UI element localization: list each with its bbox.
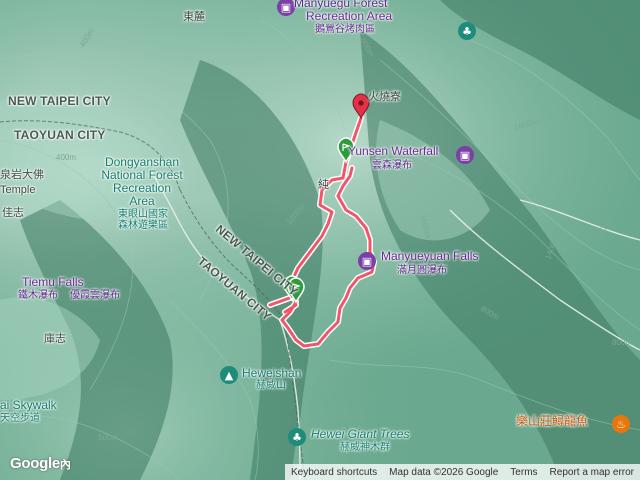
google-wordmark: Google: [10, 455, 60, 472]
restaurant-name-zh: 樂山莊鱘龍魚: [516, 414, 589, 428]
terms-link[interactable]: Terms: [504, 467, 543, 478]
dongyanshan-zh1: 東眼山國家: [118, 209, 168, 220]
place-label-xinjie: 純: [318, 179, 329, 191]
dongyanshan-zh2: 森林遊樂區: [118, 220, 168, 231]
region-label-new-taipei: NEW TAIPEI CITY: [8, 94, 111, 108]
region-label-taoyuan: TAOYUAN CITY: [14, 128, 106, 142]
top-recreation-name: Recreation Area: [306, 9, 393, 23]
tiemu-falls-name-zh: 鐵木瀑布: [18, 290, 58, 301]
dongyanshan-line4: Area: [129, 194, 155, 208]
yunsen-waterfall-name-zh: 雲森瀑布: [372, 160, 412, 171]
top-recreation-name-zh: 鵝鶯谷烤肉區: [315, 24, 375, 35]
youxia-falls-name-zh: 優霞雲瀑布: [70, 290, 120, 301]
contour-label: 400m: [56, 153, 76, 162]
skywalk-name-zh: 天空步道: [0, 413, 40, 424]
tree-icon[interactable]: ♣: [288, 428, 306, 446]
restaurant-icon[interactable]: ♨: [612, 415, 630, 433]
report-map-error-link[interactable]: Report a map error: [544, 467, 640, 478]
place-label-jiazhi: 佳志: [2, 207, 24, 219]
heweishan-name-zh: 赫威山: [256, 380, 286, 391]
temple-name: Temple: [0, 184, 36, 196]
hewei-giant-trees-name-zh: 赫威神木群: [340, 442, 390, 453]
map-data-attribution: Map data ©2026 Google: [389, 466, 499, 478]
waterfall-icon[interactable]: ▣: [456, 146, 474, 164]
contour-label: 800m: [612, 338, 632, 347]
place-label-huoshaoliao: 火燒寮: [368, 91, 401, 103]
mountain-peak-icon[interactable]: ▲: [220, 366, 238, 384]
google-logo[interactable]: Google內: [10, 455, 71, 472]
park-icon[interactable]: ♣: [458, 22, 476, 40]
dongyanshan-name: Dongyanshan National Forest Recreation A…: [82, 156, 202, 208]
temple-name-zh: 泉岩大佛: [0, 169, 44, 181]
manyueyuan-falls-name-zh: 滿月圓瀑布: [397, 265, 447, 276]
waterfall-icon-manyueyuan[interactable]: ▣: [358, 252, 376, 270]
heweishan-name: Heweishan: [242, 366, 302, 380]
manyueyuan-falls-name: Manyueyuan Falls: [381, 249, 479, 263]
skywalk-name: ai Skywalk: [0, 398, 57, 412]
yunsen-waterfall-name: Yunsen Waterfall: [348, 144, 439, 158]
terrain-map[interactable]: 400m 400m 800m 1000m 1000m 1000m 1200m 1…: [0, 0, 640, 480]
dongyanshan-name-zh: 東眼山國家 森林遊樂區: [98, 209, 188, 231]
contour-label: 600m: [98, 433, 118, 442]
tiemu-falls-name: Tiemu Falls: [22, 275, 84, 289]
google-lang: 內: [59, 459, 71, 471]
place-label-donglu: 東麓: [183, 11, 205, 23]
keyboard-shortcuts-link[interactable]: Keyboard shortcuts: [285, 467, 383, 478]
map-footer: Keyboard shortcuts Map data ©2026 Google…: [285, 464, 640, 480]
place-label-lianzhi: 庫志: [44, 333, 66, 345]
hewei-giant-trees-name: Hewei Giant Trees: [311, 427, 410, 441]
top-recreation-name-cut: Manyuegu Forest: [294, 0, 388, 10]
